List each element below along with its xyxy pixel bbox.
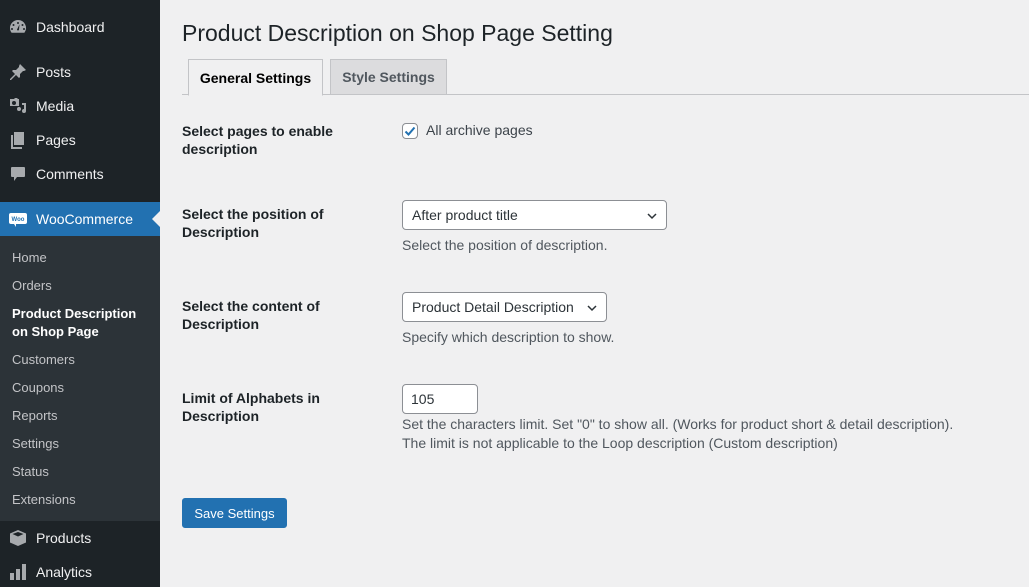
position-select[interactable]: After product title bbox=[402, 200, 667, 230]
sidebar-item-label: Dashboard bbox=[36, 19, 105, 35]
submenu-item-status[interactable]: Status bbox=[12, 463, 49, 481]
content-description: Specify which description to show. bbox=[402, 329, 615, 345]
sidebar-item-label: Pages bbox=[36, 132, 76, 148]
position-select-value: After product title bbox=[412, 207, 518, 223]
sidebar-item-label: Posts bbox=[36, 64, 72, 80]
pages-icon bbox=[0, 130, 36, 150]
tab-style-settings[interactable]: Style Settings bbox=[330, 59, 447, 95]
pin-icon bbox=[0, 62, 36, 82]
page-title: Product Description on Shop Page Setting bbox=[182, 20, 613, 46]
submenu-item-customers[interactable]: Customers bbox=[12, 351, 75, 369]
chevron-down-icon bbox=[647, 213, 657, 220]
sidebar-item-label: Products bbox=[36, 530, 92, 546]
submenu-item-home[interactable]: Home bbox=[12, 249, 47, 267]
sidebar-item-pages[interactable]: Pages bbox=[0, 123, 160, 157]
sidebar-item-label: Media bbox=[36, 98, 75, 114]
save-settings-button[interactable]: Save Settings bbox=[182, 498, 287, 528]
limit-label: Limit of Alphabets in Description bbox=[182, 390, 320, 424]
position-description: Select the position of description. bbox=[402, 237, 608, 253]
sidebar-item-woocommerce[interactable]: Woo WooCommerce bbox=[0, 202, 160, 236]
sidebar-item-media[interactable]: Media bbox=[0, 89, 160, 123]
chevron-down-icon bbox=[587, 305, 597, 312]
bar-chart-icon bbox=[0, 562, 36, 582]
sidebar-item-posts[interactable]: Posts bbox=[0, 55, 160, 89]
content-select[interactable]: Product Detail Description bbox=[402, 292, 607, 322]
content-label: Select the content of Description bbox=[182, 298, 320, 332]
content-select-value: Product Detail Description bbox=[412, 299, 574, 315]
media-icon bbox=[0, 96, 36, 116]
woocommerce-submenu: Home Orders Product Description on Shop … bbox=[0, 236, 160, 521]
all-archive-pages-label[interactable]: All archive pages bbox=[426, 122, 533, 138]
sidebar-item-label: Comments bbox=[36, 166, 104, 182]
pages-enable-label: Select pages to enable description bbox=[182, 123, 333, 157]
submenu-item-product-description[interactable]: Product Description on Shop Page bbox=[12, 305, 152, 341]
sidebar-item-analytics[interactable]: Analytics bbox=[0, 555, 160, 587]
limit-input[interactable]: 105 bbox=[402, 384, 478, 414]
sidebar-item-dashboard[interactable]: Dashboard bbox=[0, 10, 160, 44]
sidebar-item-label: WooCommerce bbox=[36, 211, 133, 227]
all-archive-pages-checkbox[interactable] bbox=[402, 123, 418, 139]
comment-icon bbox=[0, 164, 36, 184]
woo-icon: Woo bbox=[0, 209, 36, 229]
dashboard-icon bbox=[0, 17, 36, 37]
limit-description-line1: Set the characters limit. Set "0" to sho… bbox=[402, 416, 954, 432]
submenu-item-extensions[interactable]: Extensions bbox=[12, 491, 76, 509]
sidebar-item-comments[interactable]: Comments bbox=[0, 157, 160, 191]
settings-tabs: General Settings Style Settings bbox=[182, 59, 1029, 96]
submenu-item-orders[interactable]: Orders bbox=[12, 277, 52, 295]
box-icon bbox=[0, 528, 36, 548]
svg-text:Woo: Woo bbox=[12, 217, 25, 223]
position-label: Select the position of Description bbox=[182, 206, 324, 240]
submenu-item-reports[interactable]: Reports bbox=[12, 407, 58, 425]
submenu-item-settings[interactable]: Settings bbox=[12, 435, 59, 453]
submenu-item-coupons[interactable]: Coupons bbox=[12, 379, 64, 397]
limit-description-line2: The limit is not applicable to the Loop … bbox=[402, 435, 838, 451]
tab-general-settings[interactable]: General Settings bbox=[188, 59, 323, 96]
admin-sidebar: Dashboard Posts Media Pages Comments Woo… bbox=[0, 0, 160, 587]
current-menu-arrow bbox=[152, 211, 160, 227]
sidebar-item-label: Analytics bbox=[36, 564, 93, 580]
sidebar-item-products[interactable]: Products bbox=[0, 521, 160, 555]
checkmark-icon bbox=[404, 126, 416, 136]
